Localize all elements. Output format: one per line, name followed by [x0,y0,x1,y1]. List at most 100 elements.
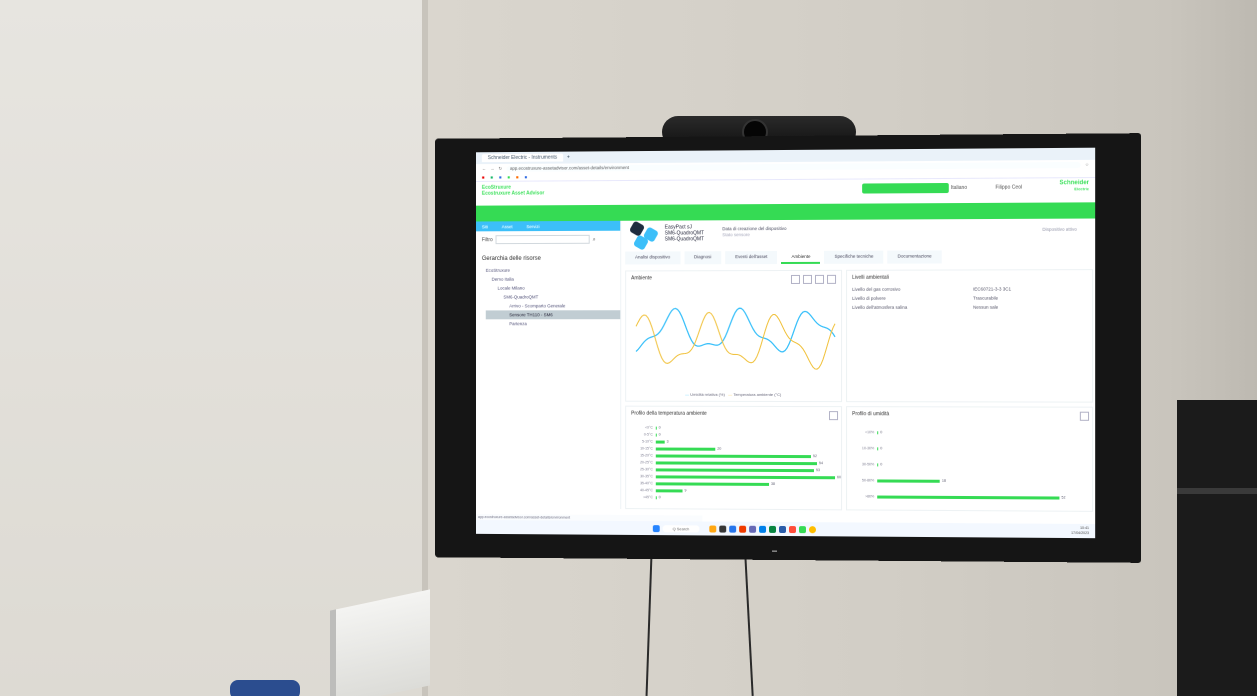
left-wall [0,0,425,696]
taskbar-app-icon[interactable] [788,525,796,533]
tree-item[interactable]: Locale Milano [486,283,620,292]
device-tab[interactable]: Ambiente [781,250,821,265]
temperature-profile-panel: Profilo della temperatura ambiente <0°C 0… [625,405,843,511]
tree-item[interactable]: Partenza [486,319,620,328]
sidebar-tab[interactable]: Servizi [526,224,539,229]
device-tab[interactable]: Eventi dell'asset [725,251,778,265]
bar-label: >80% [865,494,875,499]
tree-item[interactable]: SM6-QuadroQMT [486,292,620,301]
bookmark-icon[interactable]: ■ [490,174,493,179]
device-tab[interactable]: Documentazione [887,250,942,264]
edge-icon[interactable] [729,525,737,533]
taskbar-app-icon[interactable] [798,525,806,533]
device-status: Dispositivo attivo [1042,226,1077,232]
device-tab[interactable]: Diagnosi [684,251,722,265]
profile-bar [655,468,814,473]
search-input[interactable] [495,234,590,245]
sidebar-tab[interactable]: Siti [482,224,488,229]
download-icon[interactable] [827,274,837,284]
tv-cable-right [744,555,754,696]
menu-icon[interactable] [1079,411,1090,421]
bookmark-icon[interactable]: ■ [507,174,510,179]
header-action-button[interactable] [862,182,949,194]
zoom-in-icon[interactable] [790,274,800,284]
taskbar-clock: 10:41 17/04/2023 [1071,526,1089,536]
profile-bar [655,461,817,466]
bar-value: 0 [658,495,661,500]
taskbar-search[interactable]: Q Search [662,524,700,532]
environment-levels-panel: Livelli ambientali Livello del gas corro… [846,269,1094,403]
word-icon[interactable] [778,525,786,533]
profile-bar [877,431,879,435]
bar-label: 5-10°C [642,439,653,444]
profile-bar [655,426,657,430]
bar-label: 10-30% [862,446,875,451]
sidebar: Siti Asset Servizi Filtro ⌕ Gerarchia de… [476,220,622,510]
level-value: Trascurabile [973,295,999,301]
bar-label: <10% [865,430,875,435]
search-label: Filtro [481,236,493,243]
user-menu[interactable]: Filippo Ceol [995,185,1022,191]
content-area: EasyPact sJ SM6-QuadroQMT SM6-QuadroQMT … [623,219,1095,512]
teams-icon[interactable] [748,525,756,533]
language-select[interactable]: Italiano [951,185,967,191]
profile-bar [655,482,770,486]
bookmark-icon[interactable]: ■ [516,174,519,179]
tree-item[interactable]: Sensore TH110 - SM6 [485,310,621,320]
profile-bar [655,440,665,444]
ambient-chart-panel: Ambiente — Umidità relativa (%) — Temper… [625,269,843,403]
profile-bar [655,447,716,451]
tree-item[interactable]: EcoStruxure [486,266,620,275]
bar-label: 15-20°C [640,453,653,458]
bookmark-icon[interactable]: ■ [499,174,502,179]
app-header: EcoStruxure Ecostruxure Asset Advisor It… [476,178,1096,206]
sidebar-tab[interactable]: Asset [502,224,513,229]
tree-item[interactable]: Demo Italia [486,274,620,283]
new-tab-icon[interactable]: + [567,155,570,161]
bookmark-icon[interactable]: ■ [482,174,485,179]
temp-profile-title: Profilo della temperatura ambiente [631,410,707,417]
bar-value: 0 [880,446,883,451]
reset-zoom-icon[interactable] [814,274,825,284]
brand-line2: Electric [1074,186,1090,192]
blue-object [230,680,300,696]
device-tab[interactable]: Analisi dispositivo [625,251,681,265]
profile-bar [877,447,879,451]
menu-icon[interactable] [829,411,839,421]
sidebar-search-row: Filtro ⌕ [476,231,620,248]
level-value: IEC60721-3-3 3C1 [973,286,1012,292]
logo-line2: Ecostruxure Asset Advisor [481,190,545,197]
taskbar-app-icon[interactable] [719,525,727,533]
tv-cable-left [645,555,653,696]
humidity-profile-panel: Profilo di umidità <10% 0 10-30% 0 30-50% 0 50… [846,406,1094,512]
windows-start-icon[interactable] [652,524,660,532]
chrome-icon[interactable] [808,525,816,533]
bar-label: 35-40°C [640,481,653,486]
app-logo: EcoStruxure Ecostruxure Asset Advisor [481,184,545,197]
forward-icon[interactable]: → [490,166,494,171]
excel-icon[interactable] [768,525,776,533]
zoom-out-icon[interactable] [802,274,812,284]
asset-tree: EcoStruxure Demo Italia Locale Milano SM6-Q… [476,266,621,329]
bar-label: 20-25°C [640,460,653,465]
browser-tab[interactable]: Schneider Electric - Instruments [481,153,563,163]
search-icon[interactable]: ⌕ [593,236,596,242]
profile-bar [877,479,940,483]
star-icon[interactable]: ☆ [1085,161,1089,167]
office-icon[interactable] [739,525,747,533]
device-tab[interactable]: Specifiche tecniche [824,250,884,264]
clock-date: 17/04/2023 [1071,530,1090,536]
bookmark-icon[interactable]: ■ [524,174,527,179]
file-explorer-icon[interactable] [709,525,717,533]
back-icon[interactable]: ← [482,166,486,171]
outlook-icon[interactable] [758,525,766,533]
tree-item[interactable]: Arrivo - Scomparto Generale [486,301,620,310]
level-row: Livello dell'atmosfera salina Nessun sale [847,303,1049,312]
bar-value: 0 [658,425,661,430]
bar-label: 0-5°C [643,432,653,437]
level-value: Nessun sale [973,304,999,310]
device-info-line2: Stato sensore [722,232,750,238]
bar-value: 54 [818,461,823,466]
reload-icon[interactable]: ↻ [498,165,502,171]
bar-value: 52 [1061,495,1066,500]
